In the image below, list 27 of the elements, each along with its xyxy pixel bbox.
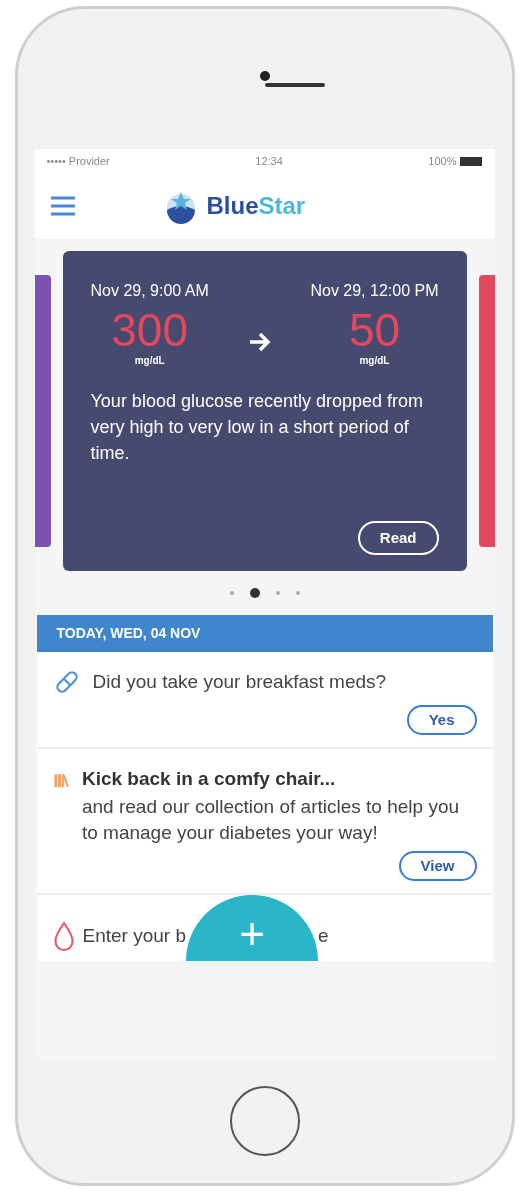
time-text: 12:34 <box>255 153 283 169</box>
unit-text: mg/dL <box>359 354 390 368</box>
alert-message: Your blood glucose recently dropped from very high to very low in a short period of time. <box>90 390 425 466</box>
battery-text: 100% <box>428 153 457 169</box>
from-value: 300 <box>111 307 188 353</box>
feed-title: Did you take your breakfast meds? <box>92 670 387 694</box>
to-value: 50 <box>348 307 401 353</box>
arrow-icon <box>247 331 272 353</box>
logo-text: BlueStar <box>206 191 306 221</box>
carrier-text: ••••• Provider <box>46 153 110 169</box>
speaker-icon <box>264 83 325 87</box>
drop-icon <box>52 921 75 952</box>
read-button[interactable]: Read <box>357 520 439 555</box>
feed-title: e <box>318 923 329 948</box>
menu-icon[interactable] <box>50 195 75 217</box>
unit-text: mg/dL <box>134 354 165 368</box>
home-button[interactable] <box>229 1086 300 1156</box>
yes-button[interactable]: Yes <box>406 704 477 735</box>
to-time: Nov 29, 12:00 PM <box>310 281 439 301</box>
camera-icon <box>259 71 270 81</box>
day-header: TODAY, WED, 04 NOV <box>36 615 493 652</box>
battery-icon <box>460 156 483 166</box>
view-button[interactable]: View <box>398 850 477 882</box>
feed-body: and read our collection of articles to help you to manage your diabetes your way! <box>81 794 460 846</box>
from-time: Nov 29, 9:00 AM <box>90 281 209 301</box>
feed-title: Kick back in a comfy chair... <box>81 767 337 791</box>
feed-title: Enter your b <box>82 923 186 948</box>
